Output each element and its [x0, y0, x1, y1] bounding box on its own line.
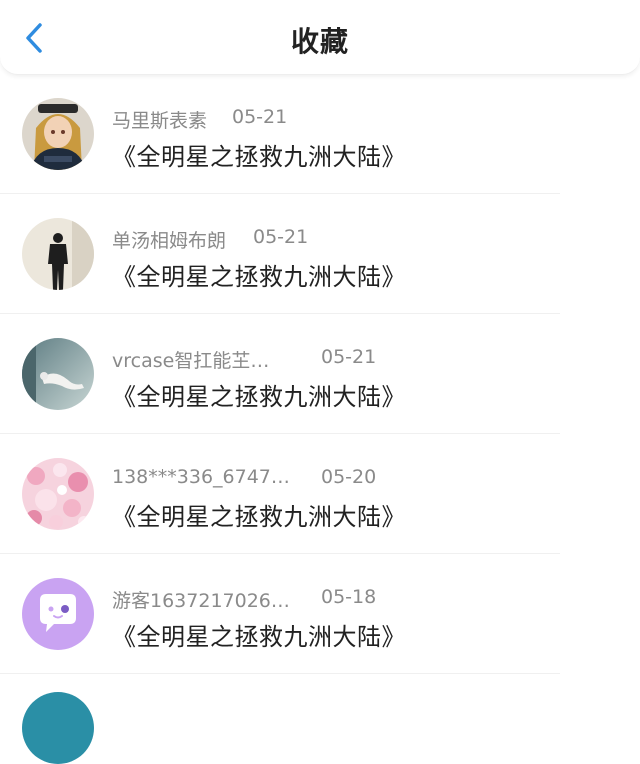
user-name: 马里斯表素 — [112, 110, 208, 132]
item-date: 05-21 — [232, 106, 288, 128]
item-meta: 游客1637217026… 05-18 — [112, 586, 376, 613]
avatar[interactable] — [22, 692, 94, 764]
list-item[interactable]: 游客1637217026… 05-18 《全明星之拯救九洲大陆》 — [0, 554, 640, 674]
item-meta: vrcase智扛能芏… 05-21 — [112, 346, 376, 373]
user-name: 单汤相姆布朗 — [112, 230, 227, 252]
avatar[interactable] — [22, 458, 94, 530]
item-meta: 单汤相姆布朗 05-21 — [112, 226, 308, 253]
item-date: 05-18 — [321, 586, 377, 608]
user-name: 游客1637217026… — [112, 590, 290, 612]
item-meta: 138***336_6747… 05-20 — [112, 466, 376, 488]
top-nav-bar: 收藏 — [0, 0, 640, 75]
avatar[interactable] — [22, 218, 94, 290]
list-item[interactable]: 马里斯表素 05-21 《全明星之拯救九洲大陆》 — [0, 74, 640, 194]
avatar[interactable] — [22, 98, 94, 170]
item-meta: 马里斯表素 05-21 — [112, 106, 287, 133]
item-title: 《全明星之拯救九洲大陆》 — [112, 143, 406, 171]
user-name: 138***336_6747… — [112, 466, 290, 488]
item-title: 《全明星之拯救九洲大陆》 — [112, 623, 406, 651]
list-item[interactable]: 单汤相姆布朗 05-21 《全明星之拯救九洲大陆》 — [0, 194, 640, 314]
list-item[interactable]: vrcase智扛能芏… 05-21 《全明星之拯救九洲大陆》 — [0, 314, 640, 434]
item-date: 05-20 — [321, 466, 377, 488]
avatar[interactable] — [22, 338, 94, 410]
item-title: 《全明星之拯救九洲大陆》 — [112, 383, 406, 411]
user-name: vrcase智扛能芏… — [112, 350, 270, 372]
avatar[interactable] — [22, 578, 94, 650]
item-date: 05-21 — [253, 226, 309, 248]
list-item[interactable]: 138***336_6747… 05-20 《全明星之拯救九洲大陆》 — [0, 434, 640, 554]
page-title: 收藏 — [290, 25, 349, 58]
item-title: 《全明星之拯救九洲大陆》 — [112, 263, 406, 291]
item-date: 05-21 — [321, 346, 377, 368]
favorites-list: 马里斯表素 05-21 《全明星之拯救九洲大陆》 单汤相姆布朗 05-21 《全… — [0, 74, 640, 674]
item-title: 《全明星之拯救九洲大陆》 — [112, 503, 406, 531]
